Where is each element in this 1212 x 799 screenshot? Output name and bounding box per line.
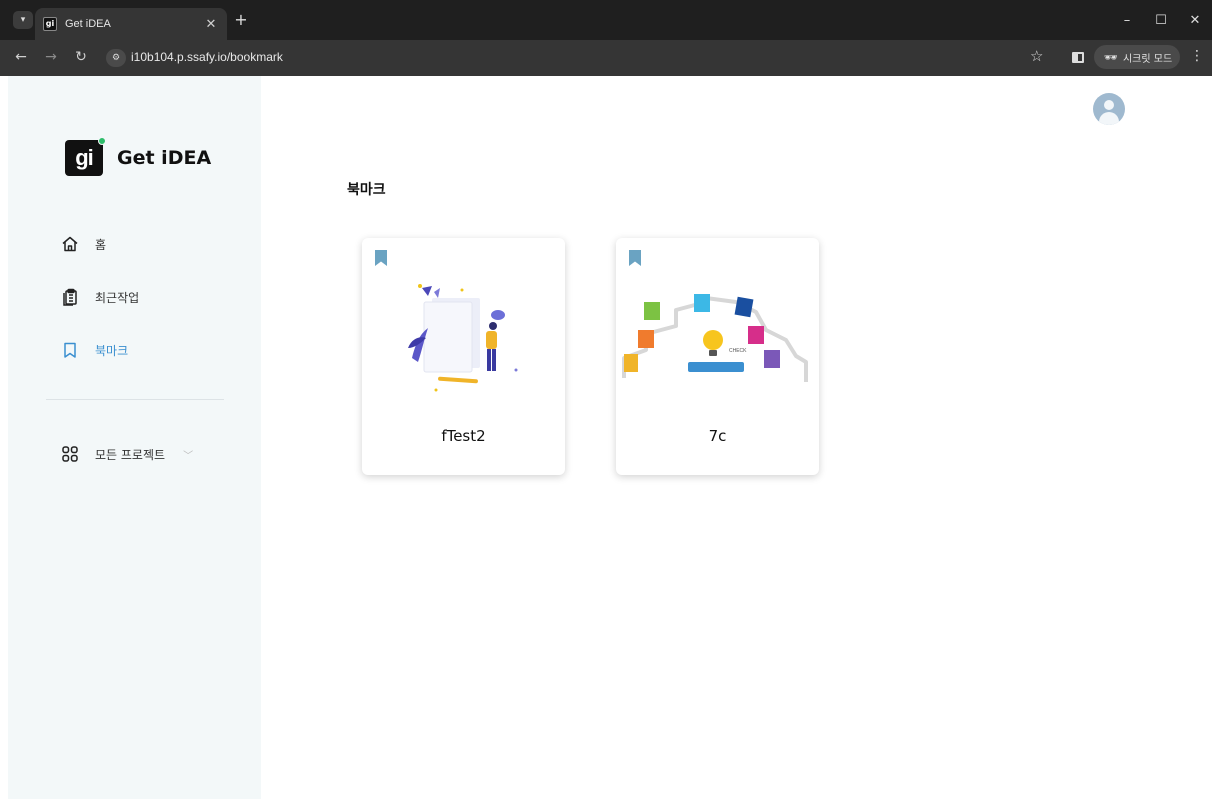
project-card[interactable]: CHECK 7c bbox=[616, 238, 819, 475]
browser-tab[interactable]: gi Get iDEA ✕ bbox=[35, 8, 227, 40]
sidebar-item-home[interactable]: 홈 bbox=[61, 235, 106, 253]
logo-mark-text: gi bbox=[75, 145, 94, 170]
minimize-icon[interactable]: – bbox=[1110, 0, 1144, 40]
tab-search-chevron-down-icon[interactable]: ▾ bbox=[13, 11, 33, 29]
reload-icon[interactable]: ↻ bbox=[72, 49, 90, 65]
omnibox[interactable]: ⚙ i10b104.p.ssafy.io/bookmark bbox=[100, 45, 1190, 71]
bookmark-icon bbox=[61, 341, 79, 359]
tab-title: Get iDEA bbox=[65, 18, 111, 30]
favicon-icon: gi bbox=[43, 17, 57, 31]
avatar-body bbox=[1099, 112, 1119, 125]
bookmark-filled-icon[interactable] bbox=[629, 250, 641, 266]
kebab-menu-icon[interactable]: ⋮ bbox=[1190, 48, 1204, 64]
url-text[interactable]: i10b104.p.ssafy.io/bookmark bbox=[131, 50, 283, 64]
idea-lightbulb-cards-illustration: CHECK bbox=[622, 294, 808, 382]
project-card-name: 7c bbox=[708, 427, 727, 445]
logo-dot bbox=[98, 137, 106, 145]
bookmark-filled-icon[interactable] bbox=[375, 250, 387, 266]
incognito-icon: 🕶 bbox=[1104, 50, 1118, 64]
close-window-icon[interactable]: ✕ bbox=[1178, 0, 1212, 40]
new-tab-plus-icon[interactable]: + bbox=[232, 10, 250, 29]
sidebar-item-label: 북마크 bbox=[95, 343, 129, 358]
sidebar-item-recent[interactable]: 최근작업 bbox=[61, 288, 139, 306]
logo-mark: gi bbox=[65, 137, 106, 176]
sidebar-divider bbox=[46, 399, 224, 400]
project-card-name: fTest2 bbox=[441, 427, 486, 445]
side-panel-icon[interactable] bbox=[1072, 52, 1084, 63]
project-card[interactable]: fTest2 bbox=[362, 238, 565, 475]
forward-icon[interactable]: → bbox=[42, 49, 60, 65]
browser-tab-bar: ▾ gi Get iDEA ✕ + – ☐ ✕ bbox=[0, 0, 1212, 40]
svg-text:CHECK: CHECK bbox=[729, 348, 747, 354]
incognito-badge[interactable]: 🕶 시크릿 모드 bbox=[1094, 45, 1180, 69]
incognito-label: 시크릿 모드 bbox=[1122, 53, 1173, 65]
window-controls: – ☐ ✕ bbox=[1110, 0, 1212, 40]
site-info-icon[interactable]: ⚙ bbox=[106, 49, 126, 67]
sidebar-item-bookmark[interactable]: 북마크 bbox=[61, 341, 128, 359]
sidebar: gi Get iDEA 홈 최근작업 북마크 모든 프로젝트 ﹀ bbox=[8, 76, 261, 799]
logo-text: Get iDEA bbox=[117, 147, 212, 169]
page-title: 북마크 bbox=[347, 182, 386, 198]
sidebar-item-all-projects[interactable]: 모든 프로젝트 ﹀ bbox=[61, 445, 193, 463]
sidebar-item-label: 홈 bbox=[95, 237, 107, 252]
clipboard-icon bbox=[61, 288, 79, 306]
back-icon[interactable]: ← bbox=[12, 49, 30, 65]
sidebar-item-label: 모든 프로젝트 bbox=[95, 447, 166, 462]
person-with-document-illustration bbox=[408, 284, 518, 392]
close-tab-icon[interactable]: ✕ bbox=[201, 17, 221, 32]
star-icon[interactable]: ☆ bbox=[1030, 47, 1043, 65]
grid-icon bbox=[61, 445, 79, 463]
logo[interactable]: gi Get iDEA bbox=[65, 137, 212, 176]
maximize-icon[interactable]: ☐ bbox=[1144, 0, 1178, 40]
avatar[interactable] bbox=[1093, 93, 1125, 125]
avatar-head bbox=[1104, 100, 1114, 110]
sidebar-item-label: 최근작업 bbox=[95, 290, 140, 305]
home-icon bbox=[61, 235, 79, 253]
chevron-down-icon[interactable]: ﹀ bbox=[183, 447, 193, 462]
